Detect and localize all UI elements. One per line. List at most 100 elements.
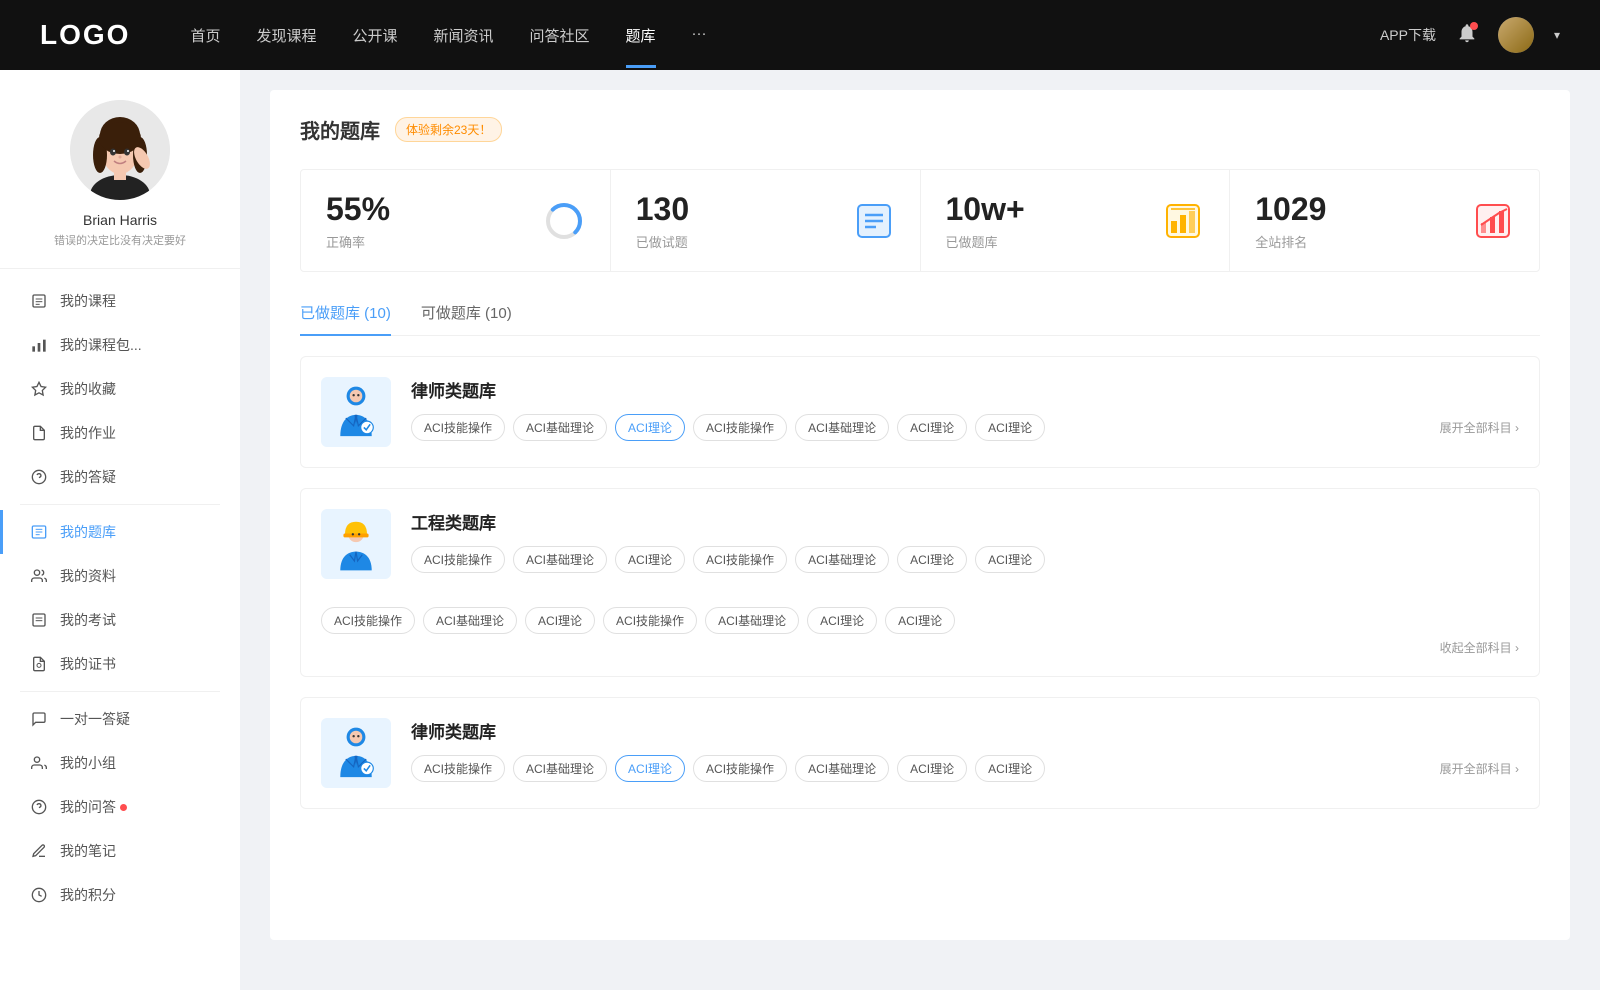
nav-menu: 首页 发现课程 公开课 新闻资讯 问答社区 题库 ···	[190, 25, 1380, 46]
stat-rank: 1029 全站排名	[1230, 170, 1539, 271]
tab-available[interactable]: 可做题库 (10)	[421, 302, 512, 335]
stat-rank-label: 全站排名	[1255, 232, 1457, 251]
qbank-header-lawyer2: 律师类题库 ACI技能操作 ACI基础理论 ACI理论 ACI技能操作 ACI基…	[301, 698, 1539, 808]
divider-2	[20, 691, 220, 692]
app-download[interactable]: APP下载	[1380, 25, 1436, 45]
dropdown-arrow[interactable]: ▾	[1554, 28, 1560, 42]
nav-open-course[interactable]: 公开课	[352, 25, 397, 46]
content-wrapper: 我的题库 体验剩余23天！ 55% 正确率	[270, 90, 1570, 940]
sidebar-item-profile[interactable]: 我的资料	[0, 554, 240, 598]
exam-icon	[30, 611, 48, 629]
tag[interactable]: ACI理论	[897, 414, 967, 441]
tab-done[interactable]: 已做题库 (10)	[300, 302, 391, 335]
expand-lawyer1[interactable]: 展开全部科目 ›	[1440, 419, 1519, 436]
qbank-header-lawyer: 律师类题库 ACI技能操作 ACI基础理论 ACI理论 ACI技能操作 ACI基…	[301, 357, 1539, 467]
tag[interactable]: ACI理论	[615, 546, 685, 573]
qbank-title-lawyer1: 律师类题库	[411, 377, 1519, 402]
qbank-section-engineer: 工程类题库 ACI技能操作 ACI基础理论 ACI理论 ACI技能操作 ACI基…	[300, 488, 1540, 677]
sidebar-item-favorites[interactable]: 我的收藏	[0, 367, 240, 411]
sidebar-item-notes[interactable]: 我的笔记	[0, 829, 240, 873]
tag[interactable]: ACI理论	[975, 546, 1045, 573]
tag[interactable]: ACI技能操作	[411, 414, 505, 441]
tag[interactable]: ACI理论	[525, 607, 595, 634]
tag[interactable]: ACI基础理论	[795, 414, 889, 441]
stat-accuracy-value: 55%	[326, 190, 528, 228]
stat-banks-value: 10w+	[946, 190, 1148, 228]
tag[interactable]: ACI理论	[975, 755, 1045, 782]
nav-more[interactable]: ···	[692, 25, 707, 46]
nav-courses[interactable]: 发现课程	[256, 25, 316, 46]
qa-icon	[30, 798, 48, 816]
tag[interactable]: ACI基础理论	[513, 546, 607, 573]
logo[interactable]: LOGO	[40, 19, 130, 51]
sidebar-item-my-courses[interactable]: 我的课程	[0, 279, 240, 323]
tabs: 已做题库 (10) 可做题库 (10)	[300, 302, 1540, 336]
tag[interactable]: ACI技能操作	[693, 755, 787, 782]
tag[interactable]: ACI技能操作	[693, 414, 787, 441]
tag[interactable]: ACI基础理论	[513, 755, 607, 782]
points-icon	[30, 886, 48, 904]
sidebar-item-answers[interactable]: 我的答疑	[0, 455, 240, 499]
tag[interactable]: ACI理论	[975, 414, 1045, 441]
homework-icon	[30, 424, 48, 442]
sidebar-item-certificate[interactable]: 我的证书	[0, 642, 240, 686]
nav-qbank[interactable]: 题库	[626, 25, 656, 46]
qbank-body-engineer: ACI技能操作 ACI基础理论 ACI理论 ACI技能操作 ACI基础理论 AC…	[301, 607, 1539, 676]
tag[interactable]: ACI技能操作	[693, 546, 787, 573]
sidebar-item-points[interactable]: 我的积分	[0, 873, 240, 917]
divider-1	[20, 504, 220, 505]
sidebar-item-tutoring[interactable]: 一对一答疑	[0, 697, 240, 741]
sidebar-name: Brian Harris	[83, 212, 157, 228]
stat-banks-label: 已做题库	[946, 232, 1148, 251]
trial-badge: 体验剩余23天！	[395, 117, 502, 142]
page-title: 我的题库	[300, 115, 380, 144]
tag-active[interactable]: ACI理论	[615, 755, 685, 782]
sidebar-item-groups[interactable]: 我的小组	[0, 741, 240, 785]
tag[interactable]: ACI基础理论	[705, 607, 799, 634]
tag[interactable]: ACI理论	[897, 755, 967, 782]
tag[interactable]: ACI技能操作	[321, 607, 415, 634]
nav-news[interactable]: 新闻资讯	[434, 25, 494, 46]
questions-icon	[853, 200, 895, 242]
qbank-section-lawyer2: 律师类题库 ACI技能操作 ACI基础理论 ACI理论 ACI技能操作 ACI基…	[300, 697, 1540, 809]
stat-banks: 10w+ 已做题库	[921, 170, 1231, 271]
tag[interactable]: ACI理论	[807, 607, 877, 634]
tag[interactable]: ACI技能操作	[411, 546, 505, 573]
sidebar-item-course-pack[interactable]: 我的课程包...	[0, 323, 240, 367]
sidebar: Brian Harris 错误的决定比没有决定要好 我的课程 我的课程包...	[0, 70, 240, 990]
page-header: 我的题库 体验剩余23天！	[300, 115, 1540, 144]
sidebar-item-exam[interactable]: 我的考试	[0, 598, 240, 642]
collapse-row-engineer: 收起全部科目 ›	[321, 634, 1519, 661]
extra-tags-engineer: ACI技能操作 ACI基础理论 ACI理论 ACI技能操作 ACI基础理论 AC…	[321, 607, 1519, 634]
nav-home[interactable]: 首页	[190, 25, 220, 46]
tag[interactable]: ACI理论	[897, 546, 967, 573]
qbank-icon	[30, 523, 48, 541]
tag[interactable]: ACI基础理论	[795, 546, 889, 573]
tag[interactable]: ACI技能操作	[603, 607, 697, 634]
main-content: 我的题库 体验剩余23天！ 55% 正确率	[240, 70, 1600, 990]
navbar-right: APP下载 ▾	[1380, 17, 1560, 53]
sidebar-item-qbank[interactable]: 我的题库	[0, 510, 240, 554]
avatar[interactable]	[1498, 17, 1534, 53]
qa-badge	[120, 804, 127, 811]
tag[interactable]: ACI基础理论	[423, 607, 517, 634]
chat-icon	[30, 710, 48, 728]
expand-lawyer2[interactable]: 展开全部科目 ›	[1440, 760, 1519, 777]
stats-row: 55% 正确率 130 已做试题	[300, 169, 1540, 272]
stat-questions-label: 已做试题	[636, 232, 838, 251]
banks-icon	[1162, 200, 1204, 242]
sidebar-item-homework[interactable]: 我的作业	[0, 411, 240, 455]
notification-bell[interactable]	[1456, 22, 1478, 49]
collapse-engineer[interactable]: 收起全部科目 ›	[1440, 639, 1519, 656]
tag[interactable]: ACI技能操作	[411, 755, 505, 782]
tag[interactable]: ACI基础理论	[795, 755, 889, 782]
tag[interactable]: ACI理论	[885, 607, 955, 634]
sidebar-item-my-qa[interactable]: 我的问答	[0, 785, 240, 829]
tags-row-lawyer2: ACI技能操作 ACI基础理论 ACI理论 ACI技能操作 ACI基础理论 AC…	[411, 755, 1519, 782]
qbank-engineer-icon-wrap	[321, 509, 391, 579]
nav-qa[interactable]: 问答社区	[530, 25, 590, 46]
tag[interactable]: ACI基础理论	[513, 414, 607, 441]
certificate-icon	[30, 655, 48, 673]
tag-active[interactable]: ACI理论	[615, 414, 685, 441]
sidebar-avatar	[70, 100, 170, 200]
